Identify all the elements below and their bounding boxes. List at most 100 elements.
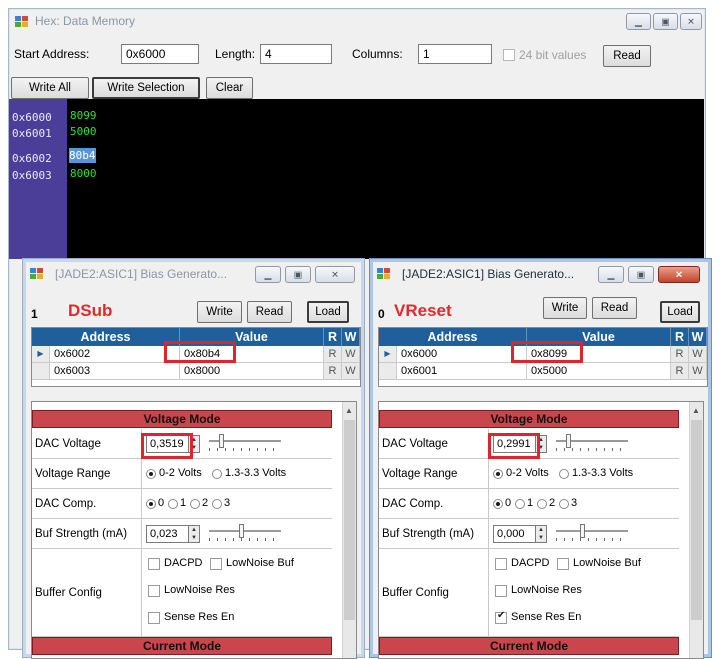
minimize-button[interactable]: ▁ xyxy=(626,13,651,30)
range-1-3-radio[interactable] xyxy=(212,469,222,479)
sense-res-checkbox[interactable] xyxy=(495,610,507,624)
minimize-icon: ▁ xyxy=(635,16,642,26)
main-titlebar[interactable]: Hex: Data Memory ▁ ▣ ✕ xyxy=(9,9,705,35)
bit24-checkbox[interactable] xyxy=(503,49,515,61)
dac-voltage-slider[interactable] xyxy=(209,434,281,452)
minimize-button[interactable]: ▁ xyxy=(255,266,281,283)
memory-value[interactable]: 8099 xyxy=(70,108,97,123)
table-cell-value[interactable]: 0x5000 xyxy=(527,363,671,380)
dac-voltage-label: DAC Voltage xyxy=(32,429,142,459)
dacpd-checkbox[interactable] xyxy=(495,558,507,570)
table-cell-write[interactable]: W xyxy=(689,363,707,380)
read-button[interactable]: Read xyxy=(592,297,637,319)
columns-input[interactable]: 1 xyxy=(418,44,492,64)
buf-strength-input[interactable]: 0,023 xyxy=(146,525,189,543)
write-selection-button[interactable]: Write Selection xyxy=(92,77,200,99)
current-mode-header: Current Mode xyxy=(32,637,332,655)
range-0-2-radio[interactable] xyxy=(146,469,156,479)
buf-strength-slider[interactable] xyxy=(556,524,628,542)
close-icon: ✕ xyxy=(331,269,339,279)
maximize-button[interactable]: ▣ xyxy=(628,266,654,283)
memory-value-selected[interactable]: 80b4 xyxy=(69,148,96,163)
range-0-2-radio[interactable] xyxy=(493,469,503,479)
load-button[interactable]: Load xyxy=(307,301,349,323)
lownoise-res-checkbox[interactable] xyxy=(495,585,507,597)
read-button[interactable]: Read xyxy=(247,301,292,323)
scroll-up-icon[interactable]: ▲ xyxy=(345,406,353,415)
length-input[interactable]: 4 xyxy=(260,44,332,64)
slider-thumb[interactable] xyxy=(566,434,571,448)
dac-voltage-slider[interactable] xyxy=(556,434,628,452)
column-header-address: Address xyxy=(379,328,527,346)
table-cell-write[interactable]: W xyxy=(342,363,360,380)
range-1-3-label: 1.3-3.3 Volts xyxy=(225,467,287,479)
comp-2-radio[interactable] xyxy=(190,499,200,509)
table-cell-read[interactable]: R xyxy=(671,363,689,380)
lownoise-buf-checkbox[interactable] xyxy=(557,558,569,570)
lownoise-res-label: LowNoise Res xyxy=(164,584,235,596)
memory-address: 0x6001 xyxy=(12,127,52,140)
lownoise-buf-label: LowNoise Buf xyxy=(573,557,641,569)
start-address-input[interactable]: 0x6000 xyxy=(121,44,199,64)
maximize-button[interactable]: ▣ xyxy=(653,13,678,30)
bit24-label: 24 bit values xyxy=(519,48,587,62)
range-1-3-radio[interactable] xyxy=(559,469,569,479)
table-cell-read[interactable]: R xyxy=(671,346,689,363)
memory-value[interactable]: 5000 xyxy=(70,124,97,139)
table-cell-address[interactable]: 0x6000 xyxy=(397,346,527,363)
lownoise-res-checkbox[interactable] xyxy=(148,585,160,597)
close-button[interactable]: ✕ xyxy=(658,266,700,283)
table-cell-value[interactable]: 0x8000 xyxy=(180,363,324,380)
buf-strength-slider[interactable] xyxy=(209,524,281,542)
buf-strength-spinner[interactable]: ▲ ▼ xyxy=(188,525,200,543)
slider-thumb[interactable] xyxy=(219,434,224,448)
slider-thumb[interactable] xyxy=(239,524,244,538)
comp-0-radio[interactable] xyxy=(493,499,503,509)
write-button[interactable]: Write xyxy=(197,301,242,323)
column-header-r: R xyxy=(324,328,342,346)
comp-3-radio[interactable] xyxy=(212,499,222,509)
write-button[interactable]: Write xyxy=(543,297,587,319)
comp-1-radio[interactable] xyxy=(168,499,178,509)
buf-strength-input[interactable]: 0,000 xyxy=(493,525,536,543)
comp-2-radio[interactable] xyxy=(537,499,547,509)
comp-1-label: 1 xyxy=(180,497,187,509)
table-cell-write[interactable]: W xyxy=(689,346,707,363)
scrollbar-thumb[interactable] xyxy=(691,420,702,620)
close-button[interactable]: ✕ xyxy=(680,13,702,30)
comp-3-radio[interactable] xyxy=(559,499,569,509)
buf-strength-label: Buf Strength (mA) xyxy=(32,519,142,549)
slider-thumb[interactable] xyxy=(580,524,585,538)
table-cell-address[interactable]: 0x6002 xyxy=(50,346,180,363)
close-icon: ✕ xyxy=(675,269,683,279)
voltage-range-label: Voltage Range xyxy=(32,459,142,489)
buf-strength-spinner[interactable]: ▲ ▼ xyxy=(535,525,547,543)
scrollbar-thumb[interactable] xyxy=(344,420,355,620)
table-cell-read[interactable]: R xyxy=(324,363,342,380)
load-button[interactable]: Load xyxy=(660,301,700,323)
scroll-up-icon[interactable]: ▲ xyxy=(692,406,700,415)
dacpd-checkbox[interactable] xyxy=(148,558,160,570)
comp-1-radio[interactable] xyxy=(515,499,525,509)
vertical-scrollbar[interactable]: ▲ xyxy=(342,402,356,658)
maximize-button[interactable]: ▣ xyxy=(285,266,311,283)
signal-name: DSub xyxy=(68,301,113,320)
clear-button[interactable]: Clear xyxy=(206,77,253,99)
comp-0-radio[interactable] xyxy=(146,499,156,509)
column-header-w: W xyxy=(689,328,707,346)
sense-res-checkbox[interactable] xyxy=(148,612,160,624)
bias-index: 1 xyxy=(31,307,38,321)
lownoise-buf-checkbox[interactable] xyxy=(210,558,222,570)
memory-value[interactable]: 8000 xyxy=(70,166,97,181)
vertical-scrollbar[interactable]: ▲ xyxy=(689,402,703,658)
table-cell-read[interactable]: R xyxy=(324,346,342,363)
minimize-button[interactable]: ▁ xyxy=(598,266,624,283)
table-cell-address[interactable]: 0x6003 xyxy=(50,363,180,380)
table-cell-write[interactable]: W xyxy=(342,346,360,363)
bias-generator-vreset-window: [JADE2:ASIC1] Bias Generato... ▁ ▣ ✕ 0 V… xyxy=(369,258,712,659)
write-all-button[interactable]: Write All xyxy=(11,77,89,99)
close-button[interactable]: ✕ xyxy=(315,266,355,283)
read-button[interactable]: Read xyxy=(603,45,651,67)
memory-view[interactable] xyxy=(9,99,704,259)
table-cell-address[interactable]: 0x6001 xyxy=(397,363,527,380)
